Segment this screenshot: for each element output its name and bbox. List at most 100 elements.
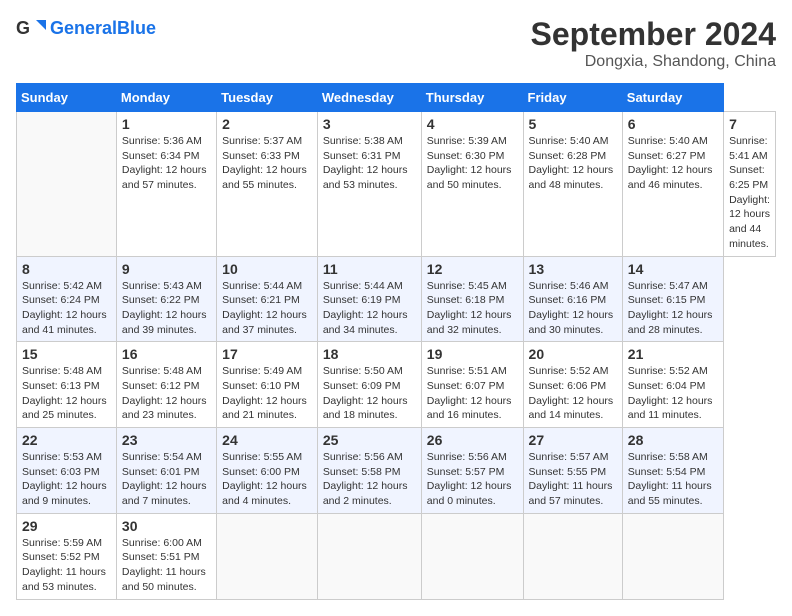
day-number: 27 [529,432,617,448]
title-area: September 2024 Dongxia, Shandong, China [531,16,776,71]
calendar-cell: 18 Sunrise: 5:50 AM Sunset: 6:09 PM Dayli… [317,342,421,428]
day-info: Sunrise: 5:56 AM Sunset: 5:58 PM Dayligh… [323,450,416,509]
page-header: G GeneralBlue September 2024 Dongxia, Sh… [16,16,776,71]
day-info: Sunrise: 5:58 AM Sunset: 5:54 PM Dayligh… [628,450,718,509]
day-number: 15 [22,346,111,362]
calendar-cell: 19 Sunrise: 5:51 AM Sunset: 6:07 PM Dayli… [421,342,523,428]
day-of-week-header: Tuesday [217,84,318,112]
month-title: September 2024 [531,16,776,53]
calendar-cell: 7 Sunrise: 5:41 AM Sunset: 6:25 PM Daylig… [724,112,776,257]
day-number: 17 [222,346,312,362]
calendar-week-row: 22Sunrise: 5:53 AM Sunset: 6:03 PM Dayli… [17,428,776,514]
day-info: Sunrise: 5:36 AM Sunset: 6:34 PM Dayligh… [122,134,211,193]
calendar-cell: 21 Sunrise: 5:52 AM Sunset: 6:04 PM Dayli… [622,342,723,428]
calendar-week-row: 8 Sunrise: 5:42 AM Sunset: 6:24 PM Daylig… [17,256,776,342]
day-number: 8 [22,261,111,277]
day-info: Sunrise: 5:37 AM Sunset: 6:33 PM Dayligh… [222,134,312,193]
svg-text:G: G [16,18,30,38]
calendar-cell [217,513,318,599]
day-number: 25 [323,432,416,448]
day-of-week-header: Friday [523,84,622,112]
calendar-cell: 17 Sunrise: 5:49 AM Sunset: 6:10 PM Dayli… [217,342,318,428]
day-number: 28 [628,432,718,448]
day-number: 19 [427,346,518,362]
day-number: 16 [122,346,211,362]
day-info: Sunrise: 5:59 AM Sunset: 5:52 PM Dayligh… [22,536,111,595]
day-info: Sunrise: 5:48 AM Sunset: 6:13 PM Dayligh… [22,364,111,423]
day-info: Sunrise: 5:40 AM Sunset: 6:28 PM Dayligh… [529,134,617,193]
day-number: 4 [427,116,518,132]
calendar-week-row: 15 Sunrise: 5:48 AM Sunset: 6:13 PM Dayli… [17,342,776,428]
day-info: Sunrise: 5:53 AM Sunset: 6:03 PM Dayligh… [22,450,111,509]
day-info: Sunrise: 5:44 AM Sunset: 6:21 PM Dayligh… [222,279,312,338]
calendar-cell: 15 Sunrise: 5:48 AM Sunset: 6:13 PM Dayli… [17,342,117,428]
calendar-header-row: SundayMondayTuesdayWednesdayThursdayFrid… [17,84,776,112]
day-info: Sunrise: 5:38 AM Sunset: 6:31 PM Dayligh… [323,134,416,193]
day-number: 21 [628,346,718,362]
calendar-cell: 3Sunrise: 5:38 AM Sunset: 6:31 PM Daylig… [317,112,421,257]
calendar-table: SundayMondayTuesdayWednesdayThursdayFrid… [16,83,776,600]
calendar-cell: 11Sunrise: 5:44 AM Sunset: 6:19 PM Dayli… [317,256,421,342]
calendar-cell: 2 Sunrise: 5:37 AM Sunset: 6:33 PM Daylig… [217,112,318,257]
calendar-cell: 30 Sunrise: 6:00 AM Sunset: 5:51 PM Dayli… [116,513,216,599]
calendar-cell: 27Sunrise: 5:57 AM Sunset: 5:55 PM Dayli… [523,428,622,514]
day-number: 20 [529,346,617,362]
day-info: Sunrise: 6:00 AM Sunset: 5:51 PM Dayligh… [122,536,211,595]
day-info: Sunrise: 5:52 AM Sunset: 6:06 PM Dayligh… [529,364,617,423]
logo: G GeneralBlue [16,16,156,40]
day-of-week-header: Monday [116,84,216,112]
calendar-cell: 14Sunrise: 5:47 AM Sunset: 6:15 PM Dayli… [622,256,723,342]
day-of-week-header: Sunday [17,84,117,112]
day-info: Sunrise: 5:47 AM Sunset: 6:15 PM Dayligh… [628,279,718,338]
day-number: 1 [122,116,211,132]
calendar-cell [17,112,117,257]
day-number: 30 [122,518,211,534]
day-number: 7 [729,116,770,132]
calendar-cell: 10 Sunrise: 5:44 AM Sunset: 6:21 PM Dayli… [217,256,318,342]
day-of-week-header: Wednesday [317,84,421,112]
calendar-cell: 13Sunrise: 5:46 AM Sunset: 6:16 PM Dayli… [523,256,622,342]
calendar-cell [523,513,622,599]
day-number: 9 [122,261,211,277]
day-info: Sunrise: 5:54 AM Sunset: 6:01 PM Dayligh… [122,450,211,509]
day-info: Sunrise: 5:45 AM Sunset: 6:18 PM Dayligh… [427,279,518,338]
calendar-cell: 20 Sunrise: 5:52 AM Sunset: 6:06 PM Dayli… [523,342,622,428]
calendar-cell: 5 Sunrise: 5:40 AM Sunset: 6:28 PM Daylig… [523,112,622,257]
calendar-cell: 28 Sunrise: 5:58 AM Sunset: 5:54 PM Dayli… [622,428,723,514]
logo-general: General [50,18,117,38]
logo-text: GeneralBlue [50,18,156,39]
calendar-cell: 6Sunrise: 5:40 AM Sunset: 6:27 PM Daylig… [622,112,723,257]
day-number: 13 [529,261,617,277]
day-of-week-header: Thursday [421,84,523,112]
day-number: 18 [323,346,416,362]
day-info: Sunrise: 5:43 AM Sunset: 6:22 PM Dayligh… [122,279,211,338]
day-number: 2 [222,116,312,132]
calendar-cell: 22Sunrise: 5:53 AM Sunset: 6:03 PM Dayli… [17,428,117,514]
calendar-cell [421,513,523,599]
calendar-week-row: 1 Sunrise: 5:36 AM Sunset: 6:34 PM Daylig… [17,112,776,257]
day-info: Sunrise: 5:42 AM Sunset: 6:24 PM Dayligh… [22,279,111,338]
day-info: Sunrise: 5:39 AM Sunset: 6:30 PM Dayligh… [427,134,518,193]
day-info: Sunrise: 5:49 AM Sunset: 6:10 PM Dayligh… [222,364,312,423]
logo-icon: G [16,16,46,40]
calendar-cell: 9 Sunrise: 5:43 AM Sunset: 6:22 PM Daylig… [116,256,216,342]
calendar-cell [317,513,421,599]
day-info: Sunrise: 5:44 AM Sunset: 6:19 PM Dayligh… [323,279,416,338]
day-number: 10 [222,261,312,277]
day-number: 24 [222,432,312,448]
day-info: Sunrise: 5:41 AM Sunset: 6:25 PM Dayligh… [729,134,770,252]
day-info: Sunrise: 5:48 AM Sunset: 6:12 PM Dayligh… [122,364,211,423]
location: Dongxia, Shandong, China [531,53,776,71]
day-info: Sunrise: 5:52 AM Sunset: 6:04 PM Dayligh… [628,364,718,423]
day-info: Sunrise: 5:56 AM Sunset: 5:57 PM Dayligh… [427,450,518,509]
day-info: Sunrise: 5:55 AM Sunset: 6:00 PM Dayligh… [222,450,312,509]
day-number: 6 [628,116,718,132]
calendar-cell: 25 Sunrise: 5:56 AM Sunset: 5:58 PM Dayli… [317,428,421,514]
day-number: 5 [529,116,617,132]
calendar-week-row: 29Sunrise: 5:59 AM Sunset: 5:52 PM Dayli… [17,513,776,599]
calendar-cell: 24 Sunrise: 5:55 AM Sunset: 6:00 PM Dayli… [217,428,318,514]
calendar-cell: 23Sunrise: 5:54 AM Sunset: 6:01 PM Dayli… [116,428,216,514]
calendar-cell: 29Sunrise: 5:59 AM Sunset: 5:52 PM Dayli… [17,513,117,599]
day-info: Sunrise: 5:51 AM Sunset: 6:07 PM Dayligh… [427,364,518,423]
day-info: Sunrise: 5:50 AM Sunset: 6:09 PM Dayligh… [323,364,416,423]
